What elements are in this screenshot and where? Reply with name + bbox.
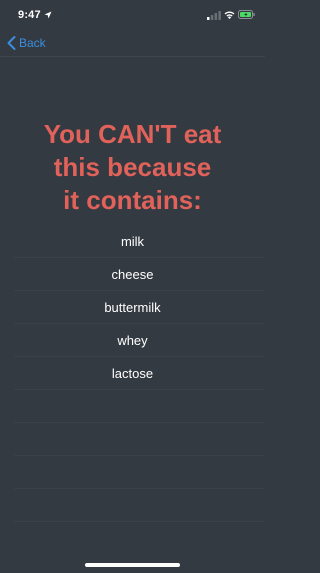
headline-line-2: this because <box>53 152 212 182</box>
headline-line-3: it contains: <box>63 185 202 215</box>
back-label: Back <box>19 36 46 50</box>
status-time: 9:47 <box>18 9 41 21</box>
home-indicator[interactable] <box>85 563 180 567</box>
ingredient-row[interactable]: lactose <box>14 357 265 390</box>
navigation-bar: Back <box>0 30 265 57</box>
ingredient-row[interactable]: buttermilk <box>14 291 265 324</box>
ingredient-label: buttermilk <box>104 299 161 315</box>
empty-row <box>14 489 265 522</box>
empty-row <box>14 390 265 423</box>
warning-headline: You CAN'T eat this because it contains: <box>0 118 265 217</box>
ingredient-list: milk cheese buttermilk whey lactose <box>14 225 265 522</box>
ingredient-label: milk <box>120 233 145 249</box>
ingredient-label: cheese <box>111 266 154 282</box>
back-button[interactable]: Back <box>7 33 46 53</box>
cellular-signal-icon <box>207 11 221 20</box>
ingredient-label: whey <box>117 332 148 348</box>
empty-row <box>14 423 265 456</box>
status-bar: 9:47 <box>0 0 265 30</box>
headline-line-1: You CAN'T eat <box>43 119 222 149</box>
ingredient-row[interactable]: whey <box>14 324 265 357</box>
ingredient-label: lactose <box>111 365 154 381</box>
battery-icon <box>238 10 255 19</box>
screen: 9:47 Back You CAN'T eat this because it … <box>0 0 265 573</box>
ingredient-row[interactable]: milk <box>14 225 265 258</box>
ingredient-row[interactable]: cheese <box>14 258 265 291</box>
wifi-icon <box>224 11 235 20</box>
chevron-left-icon <box>7 36 16 50</box>
location-arrow-icon <box>44 11 52 19</box>
empty-row <box>14 456 265 489</box>
